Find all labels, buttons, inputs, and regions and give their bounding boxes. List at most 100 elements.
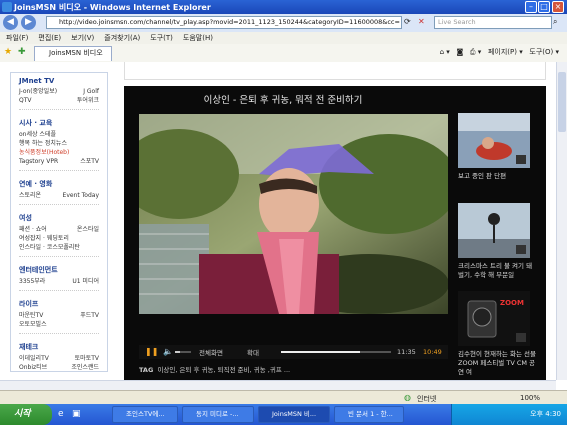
- url-field[interactable]: http://video.joinsmsn.com/channel/tv_pla…: [46, 16, 402, 29]
- tag-label: TAG: [139, 366, 154, 374]
- menu-help[interactable]: 도움말(H): [183, 32, 213, 44]
- home-icon[interactable]: ⌂: [440, 48, 444, 56]
- menu-file[interactable]: 파일(F): [6, 32, 28, 44]
- menu-tools[interactable]: 도구(T): [150, 32, 173, 44]
- thumbnail-image: [458, 113, 530, 168]
- print-icon[interactable]: ⎙: [470, 48, 476, 56]
- channel-link[interactable]: 투어위크: [77, 96, 99, 105]
- channel-link[interactable]: U1 미디어: [72, 277, 99, 286]
- tab-joinsmsn-video[interactable]: JoinsMSN 비디오: [34, 46, 112, 61]
- back-button[interactable]: ◀: [3, 15, 18, 30]
- channel-link[interactable]: J Golf: [83, 87, 99, 96]
- thumbnail-caption[interactable]: 크리스마스 트리 불 켜기 돼 벌기, 수학 해 부문일: [458, 262, 538, 280]
- section-title-life: 라이프: [19, 300, 39, 308]
- channel-link[interactable]: 이데일리TV: [19, 354, 49, 363]
- globe-icon: ◍: [404, 393, 411, 402]
- channel-link[interactable]: 오토모빌스: [19, 321, 47, 328]
- channel-link[interactable]: 여성잡지 · 웨딩토리: [19, 235, 69, 242]
- section-title-women: 여성: [19, 214, 32, 222]
- taskbar-item[interactable]: 조인스TV에...: [112, 406, 178, 423]
- ie-quicklaunch-icon[interactable]: e: [58, 409, 64, 419]
- top-panel: [124, 62, 546, 80]
- start-button[interactable]: 시작: [0, 404, 52, 425]
- back-arrow-icon: ◀: [7, 17, 14, 27]
- taskbar-item[interactable]: 동지 미디로 -...: [182, 406, 254, 423]
- ie-icon: [2, 2, 12, 12]
- stop-icon[interactable]: ✕: [418, 17, 425, 26]
- menu-edit[interactable]: 편집(E): [38, 32, 61, 44]
- progress-bar[interactable]: [281, 351, 391, 353]
- forward-arrow-icon: ▶: [25, 17, 32, 27]
- fullscreen-button[interactable]: 전체화면: [199, 347, 223, 357]
- status-bar: ◍ 인터넷 100%: [0, 390, 567, 405]
- channel-link[interactable]: J-on(중앙일보): [19, 87, 57, 96]
- taskbar-item[interactable]: JoinsMSN 비...: [258, 406, 330, 423]
- address-bar: ◀ ▶ http://video.joinsmsn.com/channel/tv…: [0, 14, 567, 33]
- channel-sidebar: JMnet TV J-on(중앙일보) J Golf QTV 투어위크 시사 · 교…: [10, 72, 108, 372]
- current-time: 11:35: [397, 348, 416, 356]
- channel-link[interactable]: 조인스랜드: [71, 363, 99, 372]
- window-title-bar: JoinsMSN 비디오 - Windows Internet Explorer…: [0, 0, 567, 14]
- scroll-thumb[interactable]: [558, 72, 566, 132]
- command-toolbar: ⌂ ▾ ◙ ⎙ ▾ 페이지(P) ▾ 도구(O) ▾: [439, 48, 559, 56]
- feed-icon[interactable]: ◙: [456, 48, 463, 56]
- thumbnail-3[interactable]: ZOOM: [458, 291, 530, 346]
- channel-link[interactable]: 농식품정보(Hoteb): [19, 149, 69, 156]
- system-tray: 오후 4:30: [451, 404, 567, 425]
- close-button[interactable]: ×: [552, 1, 564, 13]
- taskbar: 시작 e ▣ 조인스TV에... 동지 미디로 -... JoinsMSN 비.…: [0, 404, 567, 425]
- volume-icon[interactable]: 🔈: [163, 347, 173, 356]
- tag-bar: TAG 이상인, 은퇴 후 귀농, 퇴직전 준비, 귀농 ,귀프 ...: [139, 364, 448, 376]
- channel-link[interactable]: 행복 하는 정치뉴스: [19, 140, 67, 147]
- channel-link[interactable]: 푸드TV: [80, 311, 99, 320]
- video-still: [139, 114, 448, 314]
- favorites-star-icon[interactable]: ★: [4, 47, 12, 57]
- desktop-icon[interactable]: ▣: [72, 409, 81, 419]
- thumbnail-1[interactable]: [458, 113, 530, 168]
- channel-link[interactable]: Tagstory VPR: [19, 157, 58, 166]
- forward-button[interactable]: ▶: [21, 15, 36, 30]
- zoom-level[interactable]: 100%: [520, 394, 540, 402]
- zoom-badge: ZOOM: [500, 299, 524, 307]
- player-controls: ❚❚ 🔈 전체화면 확대 11:35 10:49: [139, 345, 448, 359]
- channel-link[interactable]: 토마토TV: [75, 354, 99, 363]
- search-input[interactable]: Live Search: [434, 16, 552, 29]
- tab-bar: ★ ✚ JoinsMSN 비디오 ⌂ ▾ ◙ ⎙ ▾ 페이지(P) ▾ 도구(O…: [0, 44, 567, 63]
- video-title: 이상인 - 은퇴 후 귀농, 뭐적 전 준비하기: [203, 95, 363, 106]
- channel-link[interactable]: on세상 스테플: [19, 131, 56, 138]
- section-title-entertainment: 엔터테인먼트: [19, 266, 58, 274]
- vertical-scrollbar[interactable]: [556, 62, 567, 380]
- channel-link[interactable]: 패션 · 쇼어: [19, 225, 47, 234]
- section-title-ent: 연예 · 영화: [19, 180, 53, 188]
- enlarge-button[interactable]: 확대: [247, 347, 259, 357]
- tag-list[interactable]: 이상인, 은퇴 후 귀농, 퇴직전 준비, 귀농 ,귀프 ...: [157, 366, 290, 374]
- menu-view[interactable]: 보기(V): [71, 32, 94, 44]
- thumbnail-2[interactable]: [458, 203, 530, 258]
- maximize-button[interactable]: □: [538, 1, 550, 13]
- taskbar-item[interactable]: 빈 문서 1 - 한...: [334, 406, 404, 423]
- refresh-icon[interactable]: ⟳: [404, 17, 411, 26]
- channel-link[interactable]: 스토리온: [19, 191, 41, 200]
- thumbnail-caption[interactable]: 보고 중인 판 단편: [458, 172, 538, 181]
- window-title: JoinsMSN 비디오 - Windows Internet Explorer: [14, 3, 211, 12]
- channel-link[interactable]: Event Today: [63, 191, 99, 200]
- minimize-button[interactable]: –: [525, 1, 537, 13]
- thumbnail-caption[interactable]: 김수현이 현재하는 화는 선물 ZOOM 페스티벌 TV CM 공연 여: [458, 350, 538, 377]
- search-icon[interactable]: ⌕: [553, 17, 557, 27]
- add-favorite-icon[interactable]: ✚: [18, 47, 26, 57]
- menu-favorites[interactable]: 즐겨찾기(A): [104, 32, 140, 44]
- channel-link[interactable]: Onbiz티브: [19, 363, 47, 372]
- pause-button[interactable]: ❚❚: [145, 347, 158, 356]
- channel-link[interactable]: QTV: [19, 96, 32, 105]
- volume-slider[interactable]: [175, 351, 191, 353]
- channel-link[interactable]: 온스타일: [77, 225, 99, 234]
- channel-link[interactable]: 스포TV: [80, 157, 99, 166]
- tools-menu[interactable]: 도구(O): [529, 48, 553, 56]
- section-title-jtv: JMnet TV: [19, 77, 55, 85]
- zone-text: 인터넷: [417, 395, 437, 403]
- channel-link[interactable]: 마운틴TV: [19, 311, 43, 320]
- channel-link[interactable]: 인스타일 · 코스모폴리탄: [19, 244, 80, 251]
- channel-link[interactable]: 3355부라: [19, 277, 45, 286]
- page-menu[interactable]: 페이지(P): [488, 48, 517, 56]
- video-frame[interactable]: [139, 114, 448, 314]
